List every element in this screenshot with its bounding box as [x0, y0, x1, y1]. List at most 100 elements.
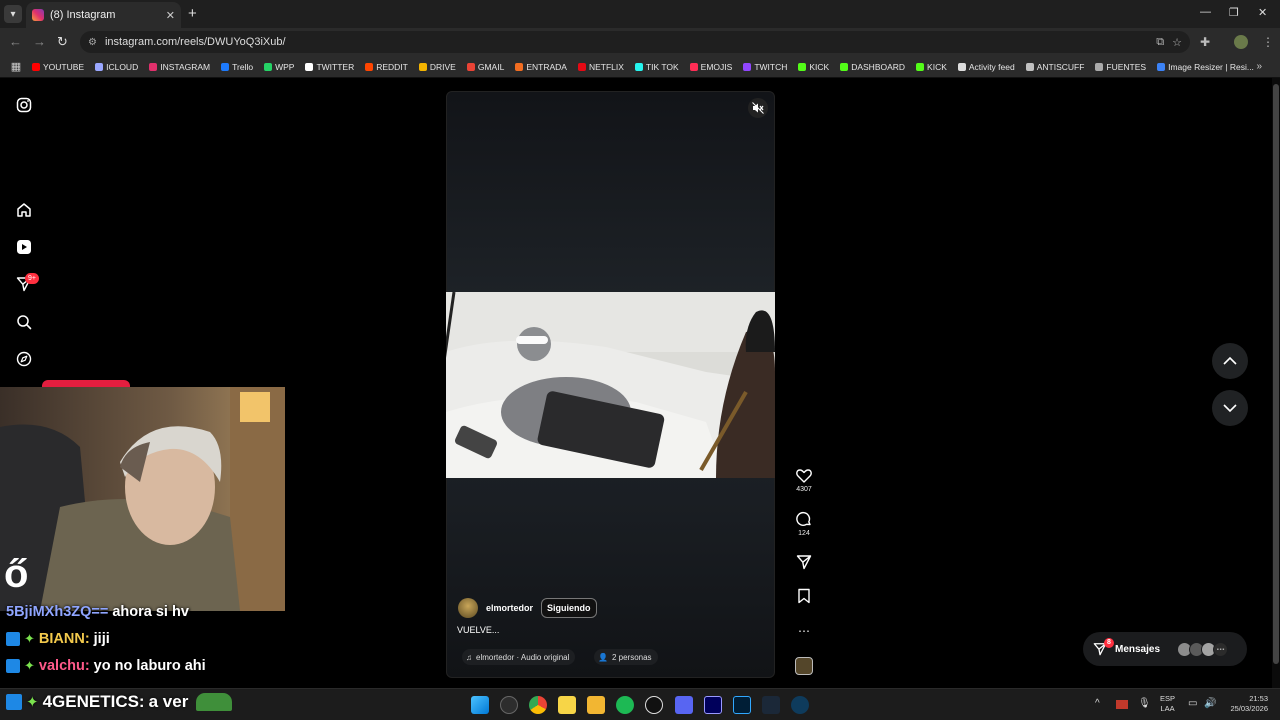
bookmark-favicon-icon [466, 62, 475, 71]
more-avatars-icon: ⋯ [1213, 641, 1229, 657]
bookmark-item[interactable]: ICLOUD [95, 62, 138, 72]
steam-icon[interactable] [762, 696, 780, 714]
bookmark-item[interactable]: REDDIT [365, 62, 408, 72]
comment-count: 124 [798, 530, 810, 537]
reels-icon[interactable] [14, 237, 34, 257]
page-scrollbar[interactable] [1272, 78, 1280, 688]
bookmark-item[interactable]: Trello [221, 62, 253, 72]
reload-button[interactable]: ↻ [57, 34, 68, 50]
bookmark-item[interactable]: ENTRADA [515, 62, 567, 72]
bookmarks-overflow-icon[interactable]: » [1256, 61, 1262, 72]
microphone-icon[interactable]: 🎙 [1138, 698, 1151, 709]
tab-close-icon[interactable]: ✕ [166, 9, 175, 22]
bookmark-label: YOUTUBE [43, 61, 85, 72]
previous-reel-button[interactable] [1212, 343, 1248, 379]
mute-toggle-button[interactable] [748, 98, 768, 118]
bookmark-item[interactable]: ANTISCUFF [1025, 62, 1084, 72]
chrome-icon[interactable] [529, 696, 547, 714]
bookmark-item[interactable]: Activity feed [957, 62, 1015, 72]
minimize-button[interactable]: — [1200, 6, 1211, 18]
comment-action[interactable]: 124 [790, 511, 818, 537]
bookmark-item[interactable]: KICK [916, 62, 947, 72]
app-icon[interactable] [500, 696, 518, 714]
messages-button[interactable]: 8 Mensajes ⋯ [1083, 632, 1247, 666]
apps-grid-icon[interactable]: ▦ [6, 60, 26, 73]
audio-thumbnail[interactable] [795, 657, 813, 675]
tab-search-button[interactable]: ▾ [4, 5, 22, 23]
browser-menu-icon[interactable]: ⋮ [1262, 35, 1274, 49]
bookmark-item[interactable]: GMAIL [466, 61, 505, 72]
reel-caption[interactable]: VUELVE... [457, 625, 499, 635]
bookmark-favicon-icon [515, 62, 524, 71]
network-icon[interactable]: ▭ [1188, 698, 1197, 709]
maximize-button[interactable]: ❐ [1229, 6, 1239, 19]
author-username[interactable]: elmortedor [486, 603, 533, 613]
discord-icon[interactable] [675, 696, 693, 714]
start-menu-icon[interactable] [471, 696, 489, 714]
forward-button[interactable]: → [33, 34, 46, 49]
install-app-icon[interactable]: ⧉ [1156, 36, 1164, 49]
chat-text: a ver [148, 692, 189, 711]
save-action[interactable] [790, 588, 818, 604]
system-clock[interactable]: 21:53 25/03/2026 [1222, 694, 1268, 714]
photoshop-icon[interactable] [733, 696, 751, 714]
profile-avatar[interactable] [1234, 35, 1248, 49]
explore-icon[interactable] [14, 349, 34, 369]
extensions-icon[interactable]: ✚ [1200, 35, 1210, 49]
spotify-icon[interactable] [616, 696, 634, 714]
site-info-icon[interactable]: ⚙ [88, 37, 97, 48]
back-button[interactable]: ← [9, 34, 22, 49]
chat-username: valchu: [38, 658, 90, 674]
new-tab-button[interactable]: + [188, 5, 197, 22]
bookmark-item[interactable]: TWITTER [305, 62, 354, 72]
bookmark-item[interactable]: KICK [798, 62, 829, 72]
bookmark-item[interactable]: INSTAGRAM [149, 62, 210, 72]
share-action[interactable] [790, 554, 818, 570]
next-reel-button[interactable] [1212, 390, 1248, 426]
home-icon[interactable] [14, 200, 34, 220]
bookmark-item[interactable]: TIK TOK [634, 62, 679, 72]
bookmark-item[interactable]: Image Resizer | Resi... [1157, 62, 1254, 72]
browser-tab[interactable]: (8) Instagram ✕ [26, 2, 181, 28]
volume-icon[interactable]: 🔊 [1204, 698, 1216, 709]
app-icon[interactable] [791, 696, 809, 714]
author-avatar[interactable] [458, 598, 478, 618]
chat-text: ahora si hv [112, 604, 189, 620]
bookmark-item[interactable]: NETFLIX [577, 62, 624, 72]
tagged-people[interactable]: 👤 2 personas [594, 649, 658, 665]
bookmark-item[interactable]: FUENTES [1095, 62, 1146, 72]
bookmark-item[interactable]: YOUTUBE [32, 62, 84, 72]
app-icon[interactable] [645, 696, 663, 714]
file-explorer-icon[interactable] [587, 696, 605, 714]
input-language[interactable]: ESP LAA [1160, 694, 1175, 714]
reel-author: elmortedor Siguiendo [458, 598, 597, 618]
bookmark-label: GMAIL [477, 61, 505, 72]
bookmark-item[interactable]: WPP [264, 62, 294, 72]
bookmark-label: TWITCH [754, 61, 788, 72]
following-button[interactable]: Siguiendo [541, 598, 597, 618]
bookmark-favicon-icon [264, 62, 273, 71]
bookmark-favicon-icon [798, 62, 807, 71]
search-icon[interactable] [14, 312, 34, 332]
bookmark-item[interactable]: EMOJIS [689, 62, 732, 72]
audio-link[interactable]: ♫ elmortedor · Audio original [462, 649, 576, 665]
bookmark-item[interactable]: DRIVE [418, 62, 456, 72]
bookmark-star-icon[interactable]: ☆ [1172, 36, 1182, 49]
like-action[interactable]: 4307 [790, 468, 818, 493]
close-window-button[interactable]: ✕ [1258, 6, 1267, 19]
bookmark-item[interactable]: DASHBOARD [840, 62, 905, 72]
chat-username: 5BjiMXh3ZQ== [6, 604, 109, 620]
keyboard-layout: LAA [1160, 704, 1175, 713]
premiere-icon[interactable] [704, 696, 722, 714]
url-text[interactable]: instagram.com/reels/DWUYoQ3iXub/ [105, 36, 1148, 48]
tray-overflow-icon[interactable]: ^ [1095, 698, 1100, 709]
tray-app-icon[interactable] [1116, 700, 1128, 709]
bookmark-favicon-icon [634, 62, 643, 71]
reel-video[interactable] [446, 292, 775, 478]
sticky-notes-icon[interactable] [558, 696, 576, 714]
instagram-logo-icon[interactable] [14, 95, 34, 115]
more-options-icon[interactable]: ⋯ [790, 624, 818, 638]
share-icon [796, 555, 812, 570]
bookmark-item[interactable]: TWITCH [743, 62, 787, 72]
address-bar[interactable]: ⚙ instagram.com/reels/DWUYoQ3iXub/ ⧉ ☆ [80, 31, 1190, 53]
